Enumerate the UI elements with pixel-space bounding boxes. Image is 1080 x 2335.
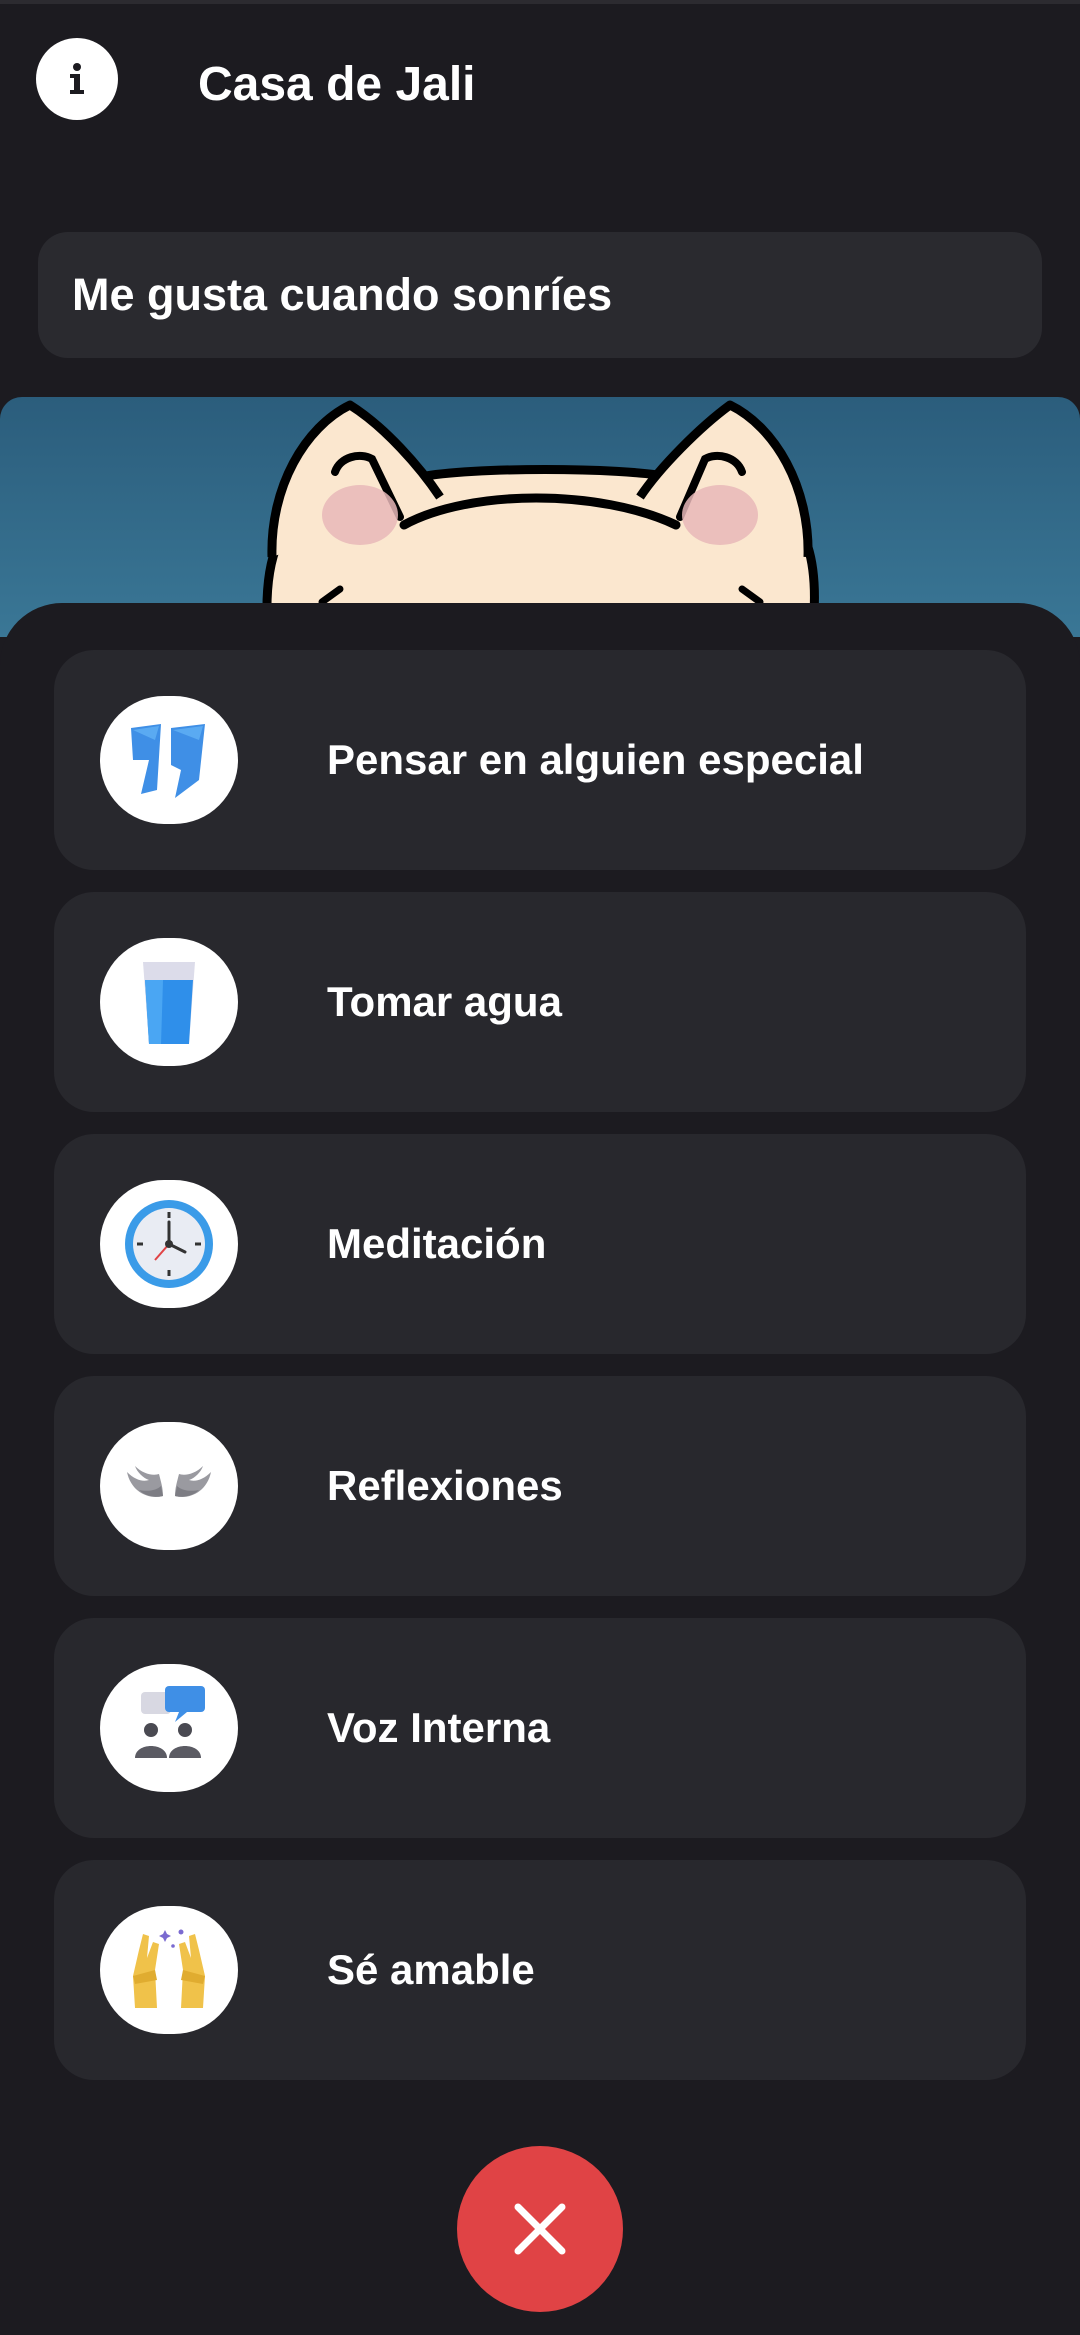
character-scene[interactable]: [0, 397, 1080, 637]
option-reflections[interactable]: Reflexiones: [54, 1376, 1026, 1596]
option-label: Reflexiones: [327, 1462, 563, 1509]
option-label: Voz Interna: [327, 1704, 551, 1751]
info-button[interactable]: [36, 38, 118, 120]
quote-icon: [100, 696, 238, 824]
option-meditation[interactable]: Meditación: [54, 1134, 1026, 1354]
option-label: Meditación: [327, 1220, 547, 1267]
option-inner-voice[interactable]: Voz Interna: [54, 1618, 1026, 1838]
option-label: Tomar agua: [327, 978, 562, 1025]
wings-icon: [100, 1422, 238, 1550]
message-text: Me gusta cuando sonríes: [72, 269, 613, 320]
option-label: Pensar en alguien especial: [327, 736, 864, 783]
option-drink-water[interactable]: Tomar agua: [54, 892, 1026, 1112]
option-special-person[interactable]: Pensar en alguien especial: [54, 650, 1026, 870]
close-icon: [514, 2203, 566, 2255]
app-screen: Casa de Jali Me gusta cuando sonríes Pen…: [0, 0, 1080, 2335]
close-button[interactable]: [457, 2146, 623, 2312]
hands-icon: [100, 1906, 238, 2034]
page-title: Casa de Jali: [198, 58, 476, 111]
option-label: Sé amable: [327, 1946, 535, 1993]
option-be-kind[interactable]: Sé amable: [54, 1860, 1026, 2080]
status-divider: [0, 0, 1080, 4]
speech-bubble-icon: [100, 1664, 238, 1792]
water-glass-icon: [100, 938, 238, 1066]
info-icon: [70, 63, 84, 94]
clock-icon: [100, 1180, 238, 1308]
message-card: Me gusta cuando sonríes: [38, 232, 1042, 358]
cat-character: [262, 400, 819, 637]
